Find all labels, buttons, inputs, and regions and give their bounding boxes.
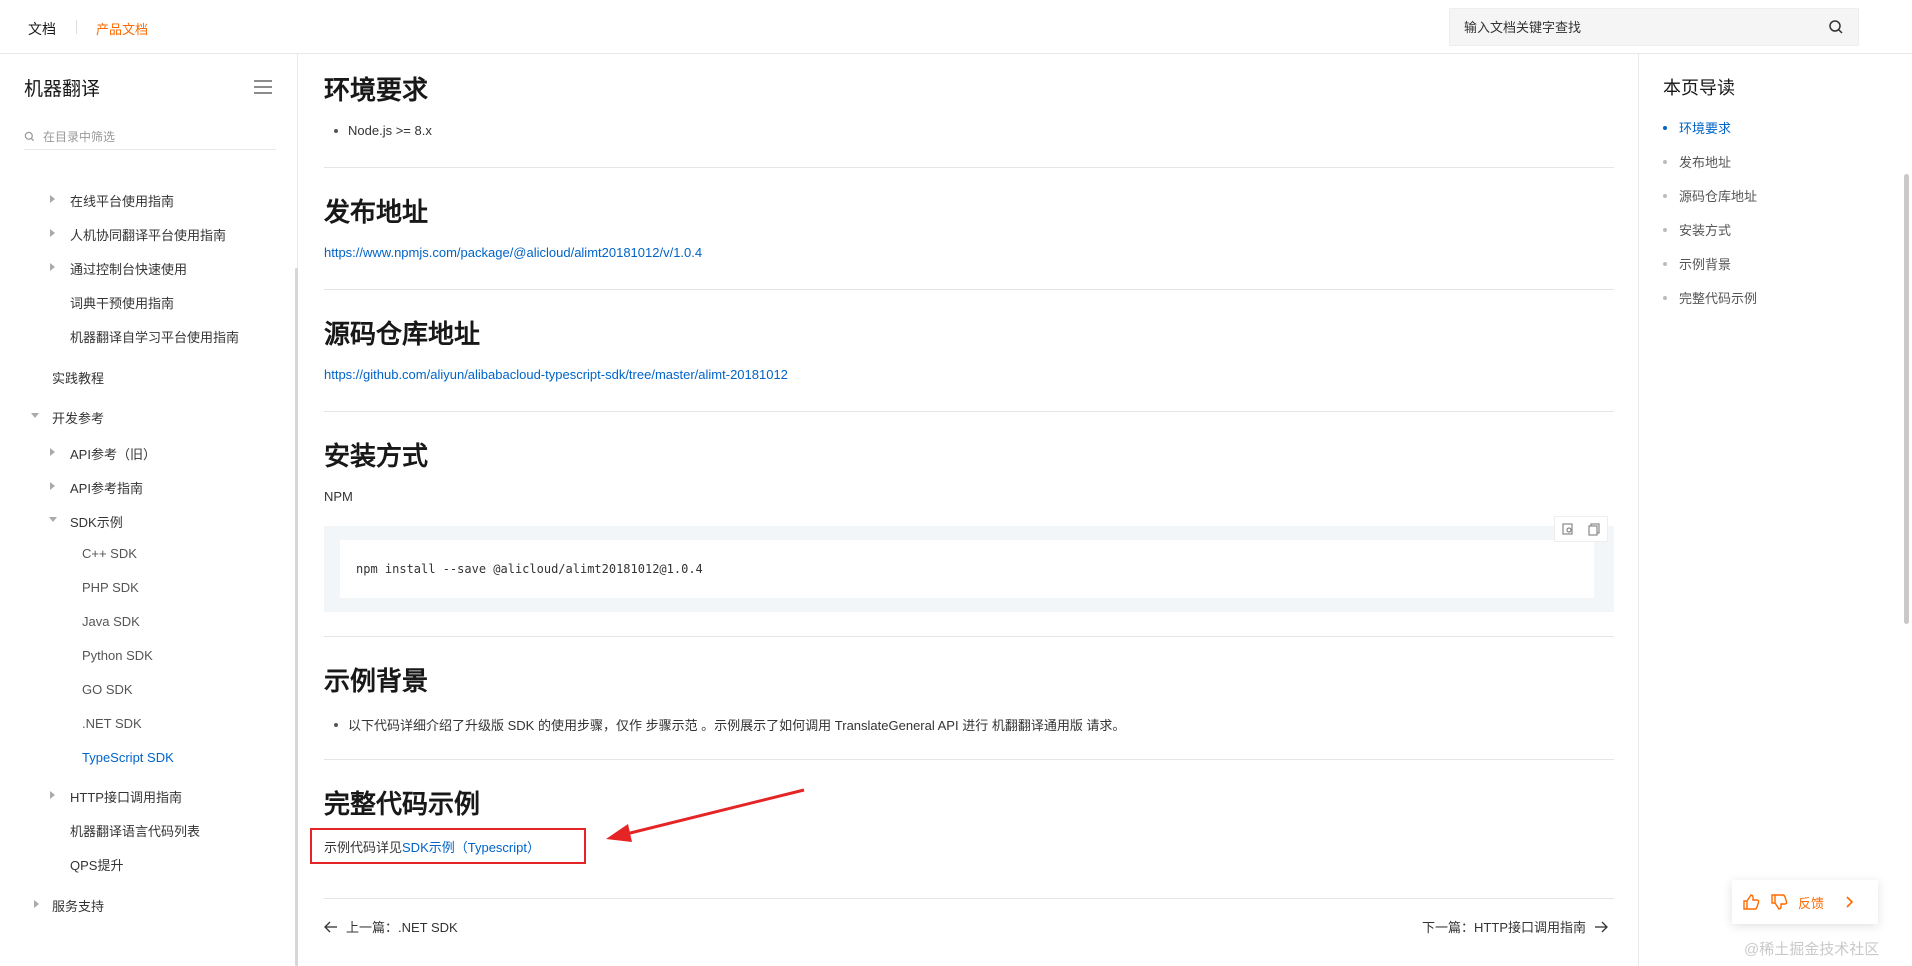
- sidebar-item-api-old[interactable]: API参考（旧）: [50, 444, 156, 463]
- sidebar-item-tutorials[interactable]: 实践教程: [52, 368, 104, 387]
- topbar-divider: [76, 20, 77, 34]
- page-scrollbar[interactable]: [1904, 174, 1909, 624]
- env-bullet: Node.js >= 8.x: [334, 123, 432, 138]
- caret-right-icon: [34, 900, 39, 908]
- divider: [324, 898, 1614, 899]
- repo-link[interactable]: https://github.com/aliyun/alibabacloud-t…: [324, 367, 788, 382]
- caret-down-icon: [31, 413, 39, 418]
- divider: [324, 411, 1614, 412]
- caret-right-icon: [50, 229, 55, 237]
- install-label: NPM: [324, 489, 353, 504]
- prev-page-link[interactable]: 上一篇：.NET SDK: [324, 917, 458, 936]
- sidebar-title: 机器翻译: [24, 79, 101, 100]
- sidebar-item-online-platform[interactable]: 在线平台使用指南: [50, 191, 174, 210]
- annotation-arrow-icon: [606, 788, 805, 842]
- divider: [324, 167, 1614, 168]
- sidebar-item-dotnet-sdk[interactable]: .NET SDK: [82, 716, 142, 731]
- sidebar-item-console-quickstart[interactable]: 通过控制台快速使用: [50, 259, 187, 278]
- heading-background: 示例背景: [324, 666, 429, 696]
- heading-publish: 发布地址: [324, 197, 429, 227]
- divider: [324, 759, 1614, 760]
- thumbs-up-icon[interactable]: [1742, 893, 1760, 911]
- sidebar-item-cpp-sdk[interactable]: C++ SDK: [82, 546, 137, 561]
- sidebar-item-typescript-sdk[interactable]: TypeScript SDK: [82, 750, 174, 765]
- heading-env: 环境要求: [324, 75, 429, 105]
- sidebar-item-api-guide[interactable]: API参考指南: [50, 478, 143, 497]
- sidebar-item-language-codes[interactable]: 机器翻译语言代码列表: [70, 821, 200, 840]
- sidebar-item-dictionary[interactable]: 词典干预使用指南: [70, 293, 174, 312]
- feedback-button[interactable]: 反馈: [1798, 893, 1824, 912]
- arrow-right-icon: [1595, 921, 1608, 932]
- sidebar-item-dev-reference[interactable]: 开发参考: [31, 408, 104, 427]
- sidebar-scrollbar[interactable]: [295, 268, 298, 966]
- search-input[interactable]: [1464, 19, 1828, 35]
- caret-right-icon: [50, 448, 55, 456]
- chevron-right-icon[interactable]: [1840, 893, 1858, 911]
- top-bar: 文档 产品文档: [0, 0, 1912, 54]
- search-box[interactable]: [1449, 8, 1859, 46]
- annotation-highlight-box: [310, 828, 586, 864]
- code-toolbar: [1554, 516, 1608, 542]
- thumbs-down-icon[interactable]: [1770, 893, 1788, 911]
- search-icon[interactable]: [1828, 19, 1844, 35]
- heading-repo: 源码仓库地址: [324, 319, 481, 349]
- sidebar-item-sdk-examples[interactable]: SDK示例: [49, 512, 123, 531]
- toc-item-install[interactable]: 安装方式: [1663, 220, 1731, 239]
- sidebar-filter[interactable]: [24, 124, 276, 150]
- toc-item-background[interactable]: 示例背景: [1663, 254, 1731, 273]
- open-in-editor-icon[interactable]: [1561, 522, 1575, 536]
- sidebar-item-service-support[interactable]: 服务支持: [34, 896, 104, 915]
- sidebar-item-java-sdk[interactable]: Java SDK: [82, 614, 140, 629]
- divider: [324, 636, 1614, 637]
- sidebar-item-go-sdk[interactable]: GO SDK: [82, 682, 133, 697]
- heading-full-code: 完整代码示例: [324, 789, 481, 819]
- caret-right-icon: [50, 195, 55, 203]
- sidebar-item-qps[interactable]: QPS提升: [70, 855, 123, 874]
- sidebar-item-python-sdk[interactable]: Python SDK: [82, 648, 153, 663]
- caret-right-icon: [50, 482, 55, 490]
- divider: [324, 289, 1614, 290]
- sidebar-item-self-learning[interactable]: 机器翻译自学习平台使用指南: [70, 327, 239, 346]
- toc-title: 本页导读: [1663, 78, 1735, 98]
- code-content[interactable]: npm install --save @alicloud/alimt201810…: [340, 540, 1594, 598]
- search-icon: [24, 131, 35, 142]
- watermark: @稀土掘金技术社区: [1744, 941, 1880, 958]
- caret-down-icon: [49, 517, 57, 522]
- heading-install: 安装方式: [324, 441, 429, 471]
- next-page-link[interactable]: 下一篇：HTTP接口调用指南: [1422, 917, 1608, 936]
- product-docs-link[interactable]: 产品文档: [96, 19, 148, 38]
- menu-icon[interactable]: [254, 80, 272, 94]
- sidebar-filter-input[interactable]: [43, 129, 263, 144]
- sidebar: 机器翻译 在线平台使用指南 人机协同翻译平台使用指南 通过控制台快速使用 词典干…: [0, 54, 298, 966]
- sidebar-item-collab-translation[interactable]: 人机协同翻译平台使用指南: [50, 225, 226, 244]
- code-block: npm install --save @alicloud/alimt201810…: [324, 516, 1614, 612]
- toc-item-full-code[interactable]: 完整代码示例: [1663, 288, 1757, 307]
- publish-link[interactable]: https://www.npmjs.com/package/@alicloud/…: [324, 245, 702, 260]
- caret-right-icon: [50, 791, 55, 799]
- arrow-left-icon: [324, 921, 337, 932]
- toc-item-env[interactable]: 环境要求: [1663, 118, 1731, 137]
- docs-link[interactable]: 文档: [28, 19, 56, 39]
- sidebar-item-http-guide[interactable]: HTTP接口调用指南: [50, 787, 182, 806]
- copy-icon[interactable]: [1587, 522, 1601, 536]
- background-bullet: 以下代码详细介绍了升级版 SDK 的使用步骤，仅作 步骤示范 。示例展示了如何调…: [334, 715, 1125, 734]
- sidebar-item-php-sdk[interactable]: PHP SDK: [82, 580, 139, 595]
- caret-right-icon: [50, 263, 55, 271]
- toc-item-repo[interactable]: 源码仓库地址: [1663, 186, 1757, 205]
- page-toc: 本页导读 环境要求 发布地址 源码仓库地址 安装方式 示例背景 完整代码示例: [1638, 54, 1898, 966]
- toc-item-publish[interactable]: 发布地址: [1663, 152, 1731, 171]
- feedback-widget: 反馈: [1732, 880, 1878, 924]
